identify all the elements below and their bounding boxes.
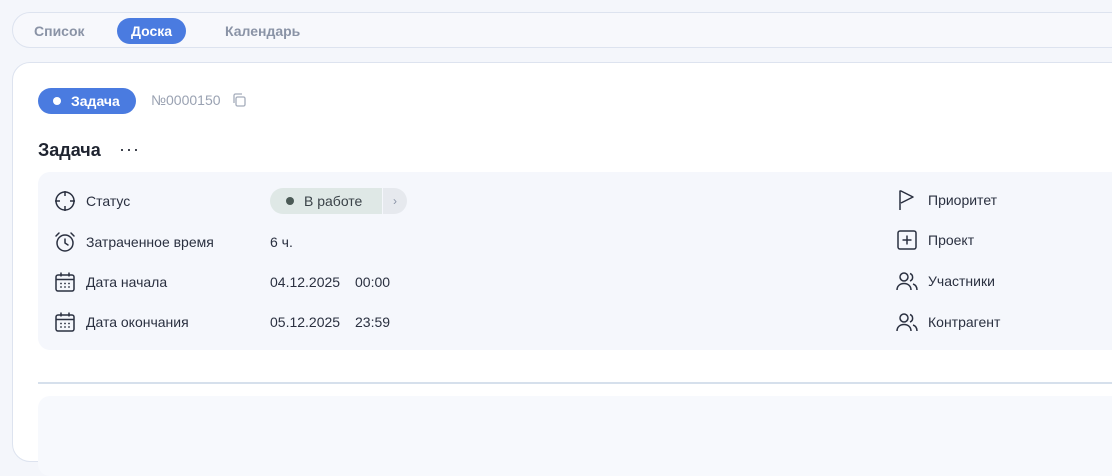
end-date-label: Дата окончания xyxy=(86,314,189,330)
tab-board[interactable]: Доска xyxy=(117,18,187,44)
calendar-icon xyxy=(55,272,75,292)
start-date-value[interactable]: 04.12.2025 xyxy=(270,270,340,294)
status-dot-icon xyxy=(286,197,294,205)
project-label: Проект xyxy=(928,232,975,248)
users-icon xyxy=(896,272,918,291)
copy-icon[interactable] xyxy=(231,92,247,108)
dot-icon xyxy=(53,97,61,105)
tab-calendar[interactable]: Календарь xyxy=(211,18,314,44)
start-date-label: Дата начала xyxy=(86,274,168,290)
divider xyxy=(38,382,1112,384)
tab-list[interactable]: Список xyxy=(20,18,99,44)
flag-icon xyxy=(899,190,914,210)
end-date-value[interactable]: 05.12.2025 xyxy=(270,310,340,334)
status-select[interactable]: В работе xyxy=(270,188,382,214)
task-type-badge[interactable]: Задача xyxy=(38,88,136,114)
end-time-value[interactable]: 23:59 xyxy=(355,310,390,334)
task-title[interactable]: Задача xyxy=(38,140,101,161)
task-properties-panel: Статус В работе › Затраченное время 6 ч.… xyxy=(38,172,1112,350)
priority-label: Приоритет xyxy=(928,192,998,208)
participants-label: Участники xyxy=(928,273,995,289)
users-icon xyxy=(896,313,918,332)
time-spent-label: Затраченное время xyxy=(86,234,214,250)
description-panel xyxy=(38,396,1112,476)
status-next-button[interactable]: › xyxy=(383,188,407,214)
time-spent-value[interactable]: 6 ч. xyxy=(270,230,293,254)
more-options-button[interactable]: ··· xyxy=(119,139,143,159)
target-icon xyxy=(55,191,75,211)
task-number: №0000150 xyxy=(151,92,221,108)
alarm-clock-icon xyxy=(55,232,75,252)
counterparty-label: Контрагент xyxy=(928,314,1001,330)
task-card: Задача №0000150 Задача ··· Статус В рабо… xyxy=(12,62,1112,476)
plus-square-icon xyxy=(897,230,917,250)
status-label: Статус xyxy=(86,193,131,209)
view-switcher: Список Доска Календарь xyxy=(12,12,1112,48)
status-value: В работе xyxy=(304,193,363,209)
calendar-icon xyxy=(55,312,75,332)
start-time-value[interactable]: 00:00 xyxy=(355,270,390,294)
task-type-label: Задача xyxy=(71,93,120,109)
